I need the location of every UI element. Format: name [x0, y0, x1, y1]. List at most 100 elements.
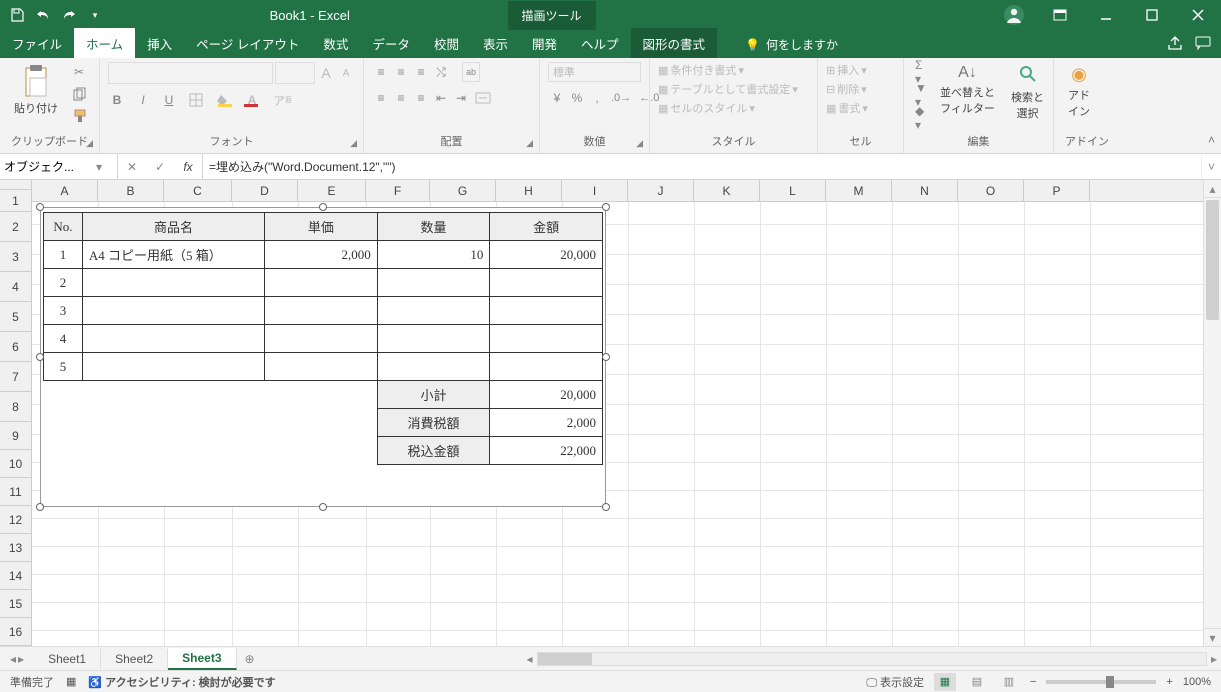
number-format-combo[interactable]: 標準 [548, 62, 641, 82]
dialog-launcher-icon[interactable]: ◢ [350, 138, 357, 149]
insert-cells-button[interactable]: ⊞ 挿入 ▾ [826, 62, 867, 78]
find-select-button[interactable]: 検索と 選択 [1005, 62, 1050, 123]
font-size-combo[interactable] [275, 62, 315, 84]
orientation-icon[interactable]: ⤭ [432, 62, 450, 82]
merge-cells-icon[interactable] [472, 88, 494, 108]
paste-button[interactable]: 貼り付け [8, 62, 64, 118]
scroll-left-icon[interactable]: ◂ [527, 652, 533, 666]
row-header[interactable]: 8 [0, 392, 31, 422]
display-settings-button[interactable]: 🖵 表示設定 [866, 674, 924, 690]
font-color-icon[interactable]: A [244, 90, 262, 110]
align-right-icon[interactable]: ≡ [412, 88, 430, 108]
cancel-formula-icon[interactable]: ✕ [118, 160, 146, 174]
horizontal-scrollbar[interactable]: ◂ ▸ [523, 652, 1221, 666]
scroll-thumb[interactable] [1206, 200, 1219, 320]
increase-decimal-icon[interactable]: .0→ [608, 88, 634, 108]
addins-button[interactable]: ◉ アド イン [1062, 62, 1096, 121]
row-header[interactable]: 11 [0, 478, 31, 506]
increase-indent-icon[interactable]: ⇥ [452, 88, 470, 108]
borders-icon[interactable] [186, 90, 206, 110]
phonetic-icon[interactable]: ア亜 [270, 90, 295, 110]
sheet-nav-next-icon[interactable]: ▸ [18, 652, 24, 666]
tab-page-layout[interactable]: ページ レイアウト [184, 28, 311, 58]
qat-customize-icon[interactable]: ▾ [84, 4, 106, 26]
comma-format-icon[interactable]: , [588, 88, 606, 108]
copy-icon[interactable] [70, 84, 90, 104]
tab-data[interactable]: データ [360, 28, 422, 58]
row-header[interactable]: 13 [0, 534, 31, 562]
wrap-text-icon[interactable]: ab [462, 62, 480, 82]
zoom-out-button[interactable]: − [1030, 676, 1036, 688]
close-button[interactable] [1175, 0, 1221, 30]
decrease-indent-icon[interactable]: ⇤ [432, 88, 450, 108]
tab-shape-format[interactable]: 図形の書式 [631, 28, 718, 58]
enter-formula-icon[interactable]: ✓ [146, 160, 174, 174]
italic-button[interactable]: I [134, 90, 152, 110]
tab-review[interactable]: 校閲 [422, 28, 471, 58]
page-break-view-icon[interactable]: ▥ [998, 673, 1020, 691]
column-header[interactable]: E [298, 180, 366, 201]
tab-developer[interactable]: 開発 [520, 28, 569, 58]
cell-styles-button[interactable]: ▦ セルのスタイル ▾ [658, 100, 755, 116]
cut-icon[interactable]: ✂ [70, 62, 88, 82]
align-bottom-icon[interactable]: ≡ [412, 62, 430, 82]
resize-handle[interactable] [602, 503, 610, 511]
accessibility-status[interactable]: ♿ アクセシビリティ: 検討が必要です [88, 674, 275, 690]
column-header[interactable]: H [496, 180, 562, 201]
column-header[interactable]: K [694, 180, 760, 201]
maximize-button[interactable] [1129, 0, 1175, 30]
row-header[interactable]: 5 [0, 302, 31, 332]
resize-handle[interactable] [36, 203, 44, 211]
formula-input[interactable]: =埋め込み("Word.Document.12","") [203, 154, 1201, 179]
sheet-nav-prev-icon[interactable]: ◂ [10, 652, 16, 666]
column-header[interactable]: L [760, 180, 826, 201]
column-header[interactable]: J [628, 180, 694, 201]
sheet-tab-2[interactable]: Sheet2 [101, 649, 168, 669]
percent-format-icon[interactable]: % [568, 88, 586, 108]
format-painter-icon[interactable] [70, 106, 90, 126]
delete-cells-button[interactable]: ⊟ 削除 ▾ [826, 81, 867, 97]
underline-button[interactable]: U [160, 90, 178, 110]
row-header[interactable]: 14 [0, 562, 31, 590]
dialog-launcher-icon[interactable]: ◢ [526, 138, 533, 149]
row-header[interactable]: 3 [0, 242, 31, 272]
column-header[interactable]: O [958, 180, 1024, 201]
share-icon[interactable] [1167, 35, 1183, 54]
page-layout-view-icon[interactable]: ▤ [966, 673, 988, 691]
resize-handle[interactable] [36, 353, 44, 361]
row-header[interactable]: 15 [0, 590, 31, 618]
scroll-right-icon[interactable]: ▸ [1211, 652, 1217, 666]
clear-icon[interactable]: ◆ ▾ [912, 108, 930, 128]
align-left-icon[interactable]: ≡ [372, 88, 390, 108]
resize-handle[interactable] [319, 503, 327, 511]
font-name-combo[interactable] [108, 62, 273, 84]
format-as-table-button[interactable]: ▦ テーブルとして書式設定 ▾ [658, 81, 798, 97]
row-header[interactable]: 4 [0, 272, 31, 302]
bold-button[interactable]: B [108, 90, 126, 110]
collapse-ribbon-icon[interactable]: ˄ [1208, 133, 1215, 147]
tab-help[interactable]: ヘルプ [569, 28, 631, 58]
row-header[interactable]: 9 [0, 422, 31, 450]
column-header[interactable]: D [232, 180, 298, 201]
tab-file[interactable]: ファイル [0, 28, 74, 58]
macro-record-icon[interactable]: ▦ [66, 675, 76, 688]
zoom-level[interactable]: 100% [1183, 676, 1211, 688]
row-header[interactable]: 10 [0, 450, 31, 478]
accounting-format-icon[interactable]: ¥ [548, 88, 566, 108]
chevron-down-icon[interactable]: ▾ [92, 160, 106, 174]
select-all-cell[interactable] [0, 180, 32, 190]
scroll-down-icon[interactable]: ▾ [1204, 628, 1221, 646]
column-header[interactable]: G [430, 180, 496, 201]
row-header[interactable]: 6 [0, 332, 31, 362]
sheet-tab-3[interactable]: Sheet3 [168, 648, 236, 670]
vertical-scrollbar[interactable]: ▴ ▾ [1203, 180, 1221, 646]
normal-view-icon[interactable]: ▦ [934, 673, 956, 691]
resize-handle[interactable] [36, 503, 44, 511]
redo-icon[interactable] [58, 4, 80, 26]
scroll-thumb[interactable] [538, 653, 592, 665]
column-header[interactable]: N [892, 180, 958, 201]
tab-home[interactable]: ホーム [74, 28, 135, 58]
row-header[interactable]: 1 [0, 190, 31, 212]
row-header[interactable]: 2 [0, 212, 31, 242]
dialog-launcher-icon[interactable]: ◢ [636, 138, 643, 149]
